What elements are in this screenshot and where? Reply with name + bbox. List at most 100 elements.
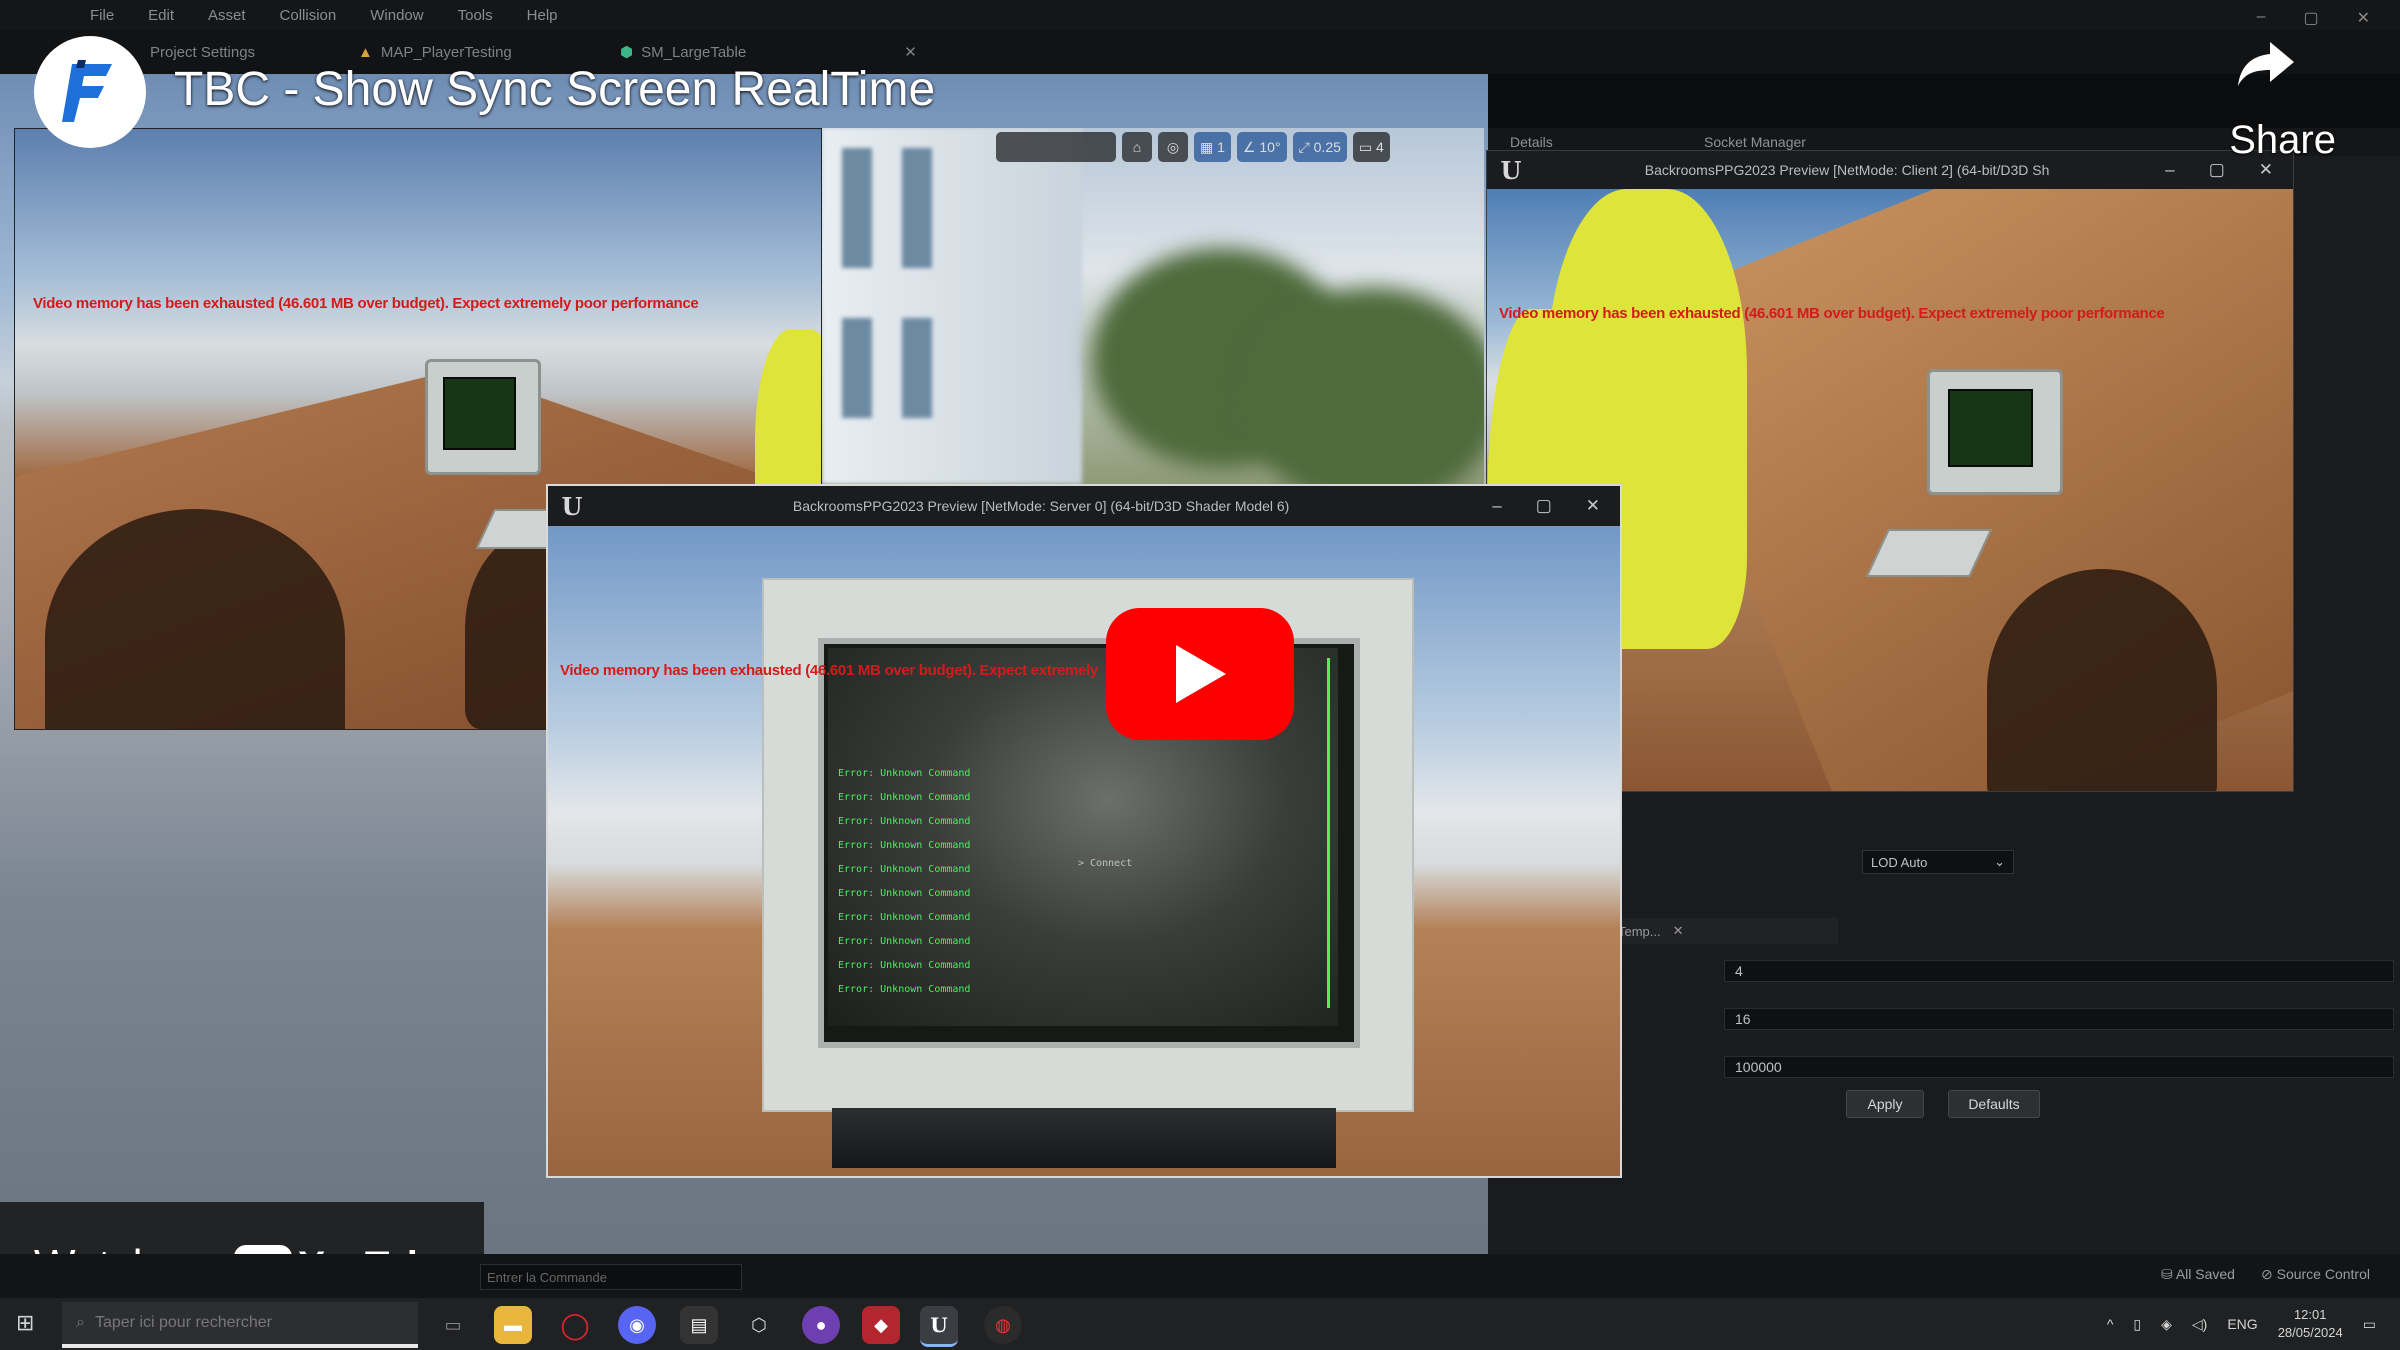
- close-icon[interactable]: ✕: [2259, 160, 2273, 180]
- clock[interactable]: 12:01 28/05/2024: [2278, 1306, 2343, 1342]
- unreal-icon: U: [1500, 155, 1522, 185]
- grid-snap-button[interactable]: ▦ 1: [1194, 132, 1231, 162]
- terminal-line: Error: Unknown Command: [838, 936, 971, 947]
- maximize-icon[interactable]: ▢: [1536, 496, 1552, 516]
- discord-icon[interactable]: ◉: [618, 1306, 656, 1344]
- client2-titlebar[interactable]: U BackroomsPPG2023 Preview [NetMode: Cli…: [1487, 151, 2293, 189]
- menu-window[interactable]: Window: [370, 7, 423, 24]
- apply-button[interactable]: Apply: [1846, 1090, 1924, 1118]
- angle-icon: ∠: [1242, 138, 1256, 155]
- source-control-status[interactable]: ⊘ Source Control: [2261, 1266, 2370, 1283]
- value-field-3[interactable]: 100000: [1724, 1056, 2394, 1078]
- scale-icon: ⤢: [1298, 138, 1310, 155]
- save-icon: ⛁: [2160, 1266, 2176, 1282]
- editor-menubar: File Edit Asset Collision Window Tools H…: [0, 0, 2400, 30]
- maximize-icon[interactable]: ▢: [2209, 160, 2225, 180]
- obs-icon[interactable]: ◍: [984, 1306, 1022, 1344]
- snap-surface-icon[interactable]: ◎: [1158, 132, 1188, 162]
- terminal-line: Error: Unknown Command: [838, 984, 971, 995]
- unreal-icon[interactable]: U: [920, 1306, 958, 1347]
- minimize-icon[interactable]: –: [2165, 160, 2174, 180]
- camera-speed-button[interactable]: ▭ 4: [1352, 132, 1390, 162]
- computer-model: [425, 359, 541, 475]
- close-tab-icon[interactable]: ✕: [1673, 923, 1684, 939]
- share-arrow-icon[interactable]: [2236, 40, 2296, 88]
- terminal-line: Error: Unknown Command: [838, 888, 971, 899]
- terminal-command: > Connect: [1078, 858, 1133, 869]
- editor-statusbar: [0, 1254, 2400, 1298]
- defaults-button[interactable]: Defaults: [1948, 1090, 2040, 1118]
- minimize-icon[interactable]: –: [2257, 8, 2266, 28]
- rotation-snap-button[interactable]: ∠ 10°: [1236, 132, 1287, 162]
- server0-viewport[interactable]: Error: Unknown Command Error: Unknown Co…: [548, 526, 1620, 1176]
- tab-project-settings[interactable]: Project Settings: [150, 40, 255, 64]
- menu-file[interactable]: File: [90, 7, 114, 24]
- console-input[interactable]: Entrer la Commande: [480, 1264, 742, 1290]
- menu-collision[interactable]: Collision: [280, 7, 337, 24]
- chevron-up-icon[interactable]: ^: [2107, 1316, 2114, 1332]
- tab-map-playertesting[interactable]: ▲ MAP_PlayerTesting: [358, 40, 512, 64]
- server0-title: BackroomsPPG2023 Preview [NetMode: Serve…: [792, 498, 1290, 514]
- app-icon-2[interactable]: ◆: [862, 1306, 900, 1344]
- share-label[interactable]: Share: [2229, 118, 2336, 163]
- play-button[interactable]: [1106, 608, 1294, 740]
- tab-sm-largetable[interactable]: ⬢ SM_LargeTable ✕: [620, 40, 917, 64]
- mesh-preview-viewport[interactable]: [822, 128, 1484, 484]
- github-icon[interactable]: ●: [802, 1306, 840, 1344]
- scale-snap-button[interactable]: ⤢ 0.25: [1292, 132, 1347, 162]
- close-icon[interactable]: ✕: [2357, 8, 2370, 28]
- close-icon[interactable]: ✕: [1586, 496, 1600, 516]
- clock-date: 28/05/2024: [2277, 1325, 2343, 1340]
- notification-icon[interactable]: ▭: [2363, 1316, 2376, 1333]
- terminal-line: Error: Unknown Command: [838, 912, 971, 923]
- tab-socket-manager[interactable]: Socket Manager: [1704, 134, 1806, 150]
- lang-indicator[interactable]: ENG: [2227, 1316, 2257, 1332]
- status-indicators: ⛁ All Saved ⊘ Source Control: [2161, 1266, 2370, 1283]
- app-icon[interactable]: ▤: [680, 1306, 718, 1344]
- saved-status[interactable]: ⛁ All Saved: [2161, 1266, 2235, 1283]
- taskbar-search[interactable]: ⌕ Taper ici pour rechercher: [62, 1302, 418, 1348]
- vram-warning-server0: Video memory has been exhausted (46.601 …: [560, 662, 1099, 679]
- clock-time: 12:01: [2293, 1307, 2327, 1322]
- tab-temp[interactable]: Temp... ✕: [1600, 918, 1838, 944]
- chevron-down-icon: ⌄: [1994, 854, 2005, 869]
- terminal-line: Error: Unknown Command: [838, 768, 971, 779]
- menu-tools[interactable]: Tools: [458, 7, 493, 24]
- computer-model: [1927, 369, 2063, 495]
- camera-icon: ▭: [1358, 138, 1373, 155]
- menu-help[interactable]: Help: [527, 7, 558, 24]
- search-placeholder: Taper ici pour rechercher: [94, 1314, 272, 1331]
- transform-tools[interactable]: [996, 132, 1116, 162]
- server0-preview-window: U BackroomsPPG2023 Preview [NetMode: Ser…: [546, 484, 1622, 1178]
- terminal-line: Error: Unknown Command: [838, 864, 971, 875]
- opera-icon[interactable]: ◯: [556, 1306, 594, 1344]
- system-tray: ^ ▯ ◈ ◁) ENG 12:01 28/05/2024 ▭: [2107, 1306, 2376, 1342]
- network-icon[interactable]: ◈: [2161, 1316, 2172, 1333]
- windows-icon[interactable]: ⊞: [16, 1310, 34, 1336]
- speaker-icon[interactable]: ◁): [2192, 1316, 2207, 1333]
- play-icon: [1176, 645, 1226, 703]
- tab-details[interactable]: Details: [1510, 134, 1553, 150]
- terminal-line: Error: Unknown Command: [838, 960, 971, 971]
- epic-icon[interactable]: ⬡: [740, 1306, 778, 1344]
- file-explorer-icon[interactable]: ▬: [494, 1306, 532, 1344]
- minimize-icon[interactable]: –: [1492, 496, 1501, 516]
- channel-avatar[interactable]: [34, 36, 146, 148]
- lod-select[interactable]: LOD Auto ⌄: [1862, 850, 2014, 874]
- editor-window-controls: – ▢ ✕: [2257, 8, 2370, 28]
- battery-icon[interactable]: ▯: [2133, 1316, 2141, 1333]
- terminal-line: Error: Unknown Command: [838, 816, 971, 827]
- value-field-2[interactable]: 16: [1724, 1008, 2394, 1030]
- menu-asset[interactable]: Asset: [208, 7, 246, 24]
- viewport-toolbar: ⌂ ◎ ▦ 1 ∠ 10° ⤢ 0.25 ▭ 4: [996, 132, 1390, 162]
- grid-icon: ▦: [1200, 138, 1214, 155]
- video-title[interactable]: TBC - Show Sync Screen RealTime: [174, 62, 935, 117]
- menu-edit[interactable]: Edit: [148, 7, 174, 24]
- value-field-1[interactable]: 4: [1724, 960, 2394, 982]
- close-tab-icon[interactable]: ✕: [904, 43, 917, 61]
- server0-titlebar[interactable]: U BackroomsPPG2023 Preview [NetMode: Ser…: [548, 486, 1620, 526]
- terminal-line: Error: Unknown Command: [838, 840, 971, 851]
- lock-icon[interactable]: ⌂: [1122, 132, 1152, 162]
- maximize-icon[interactable]: ▢: [2303, 8, 2318, 28]
- task-view-icon[interactable]: ▭: [434, 1306, 472, 1344]
